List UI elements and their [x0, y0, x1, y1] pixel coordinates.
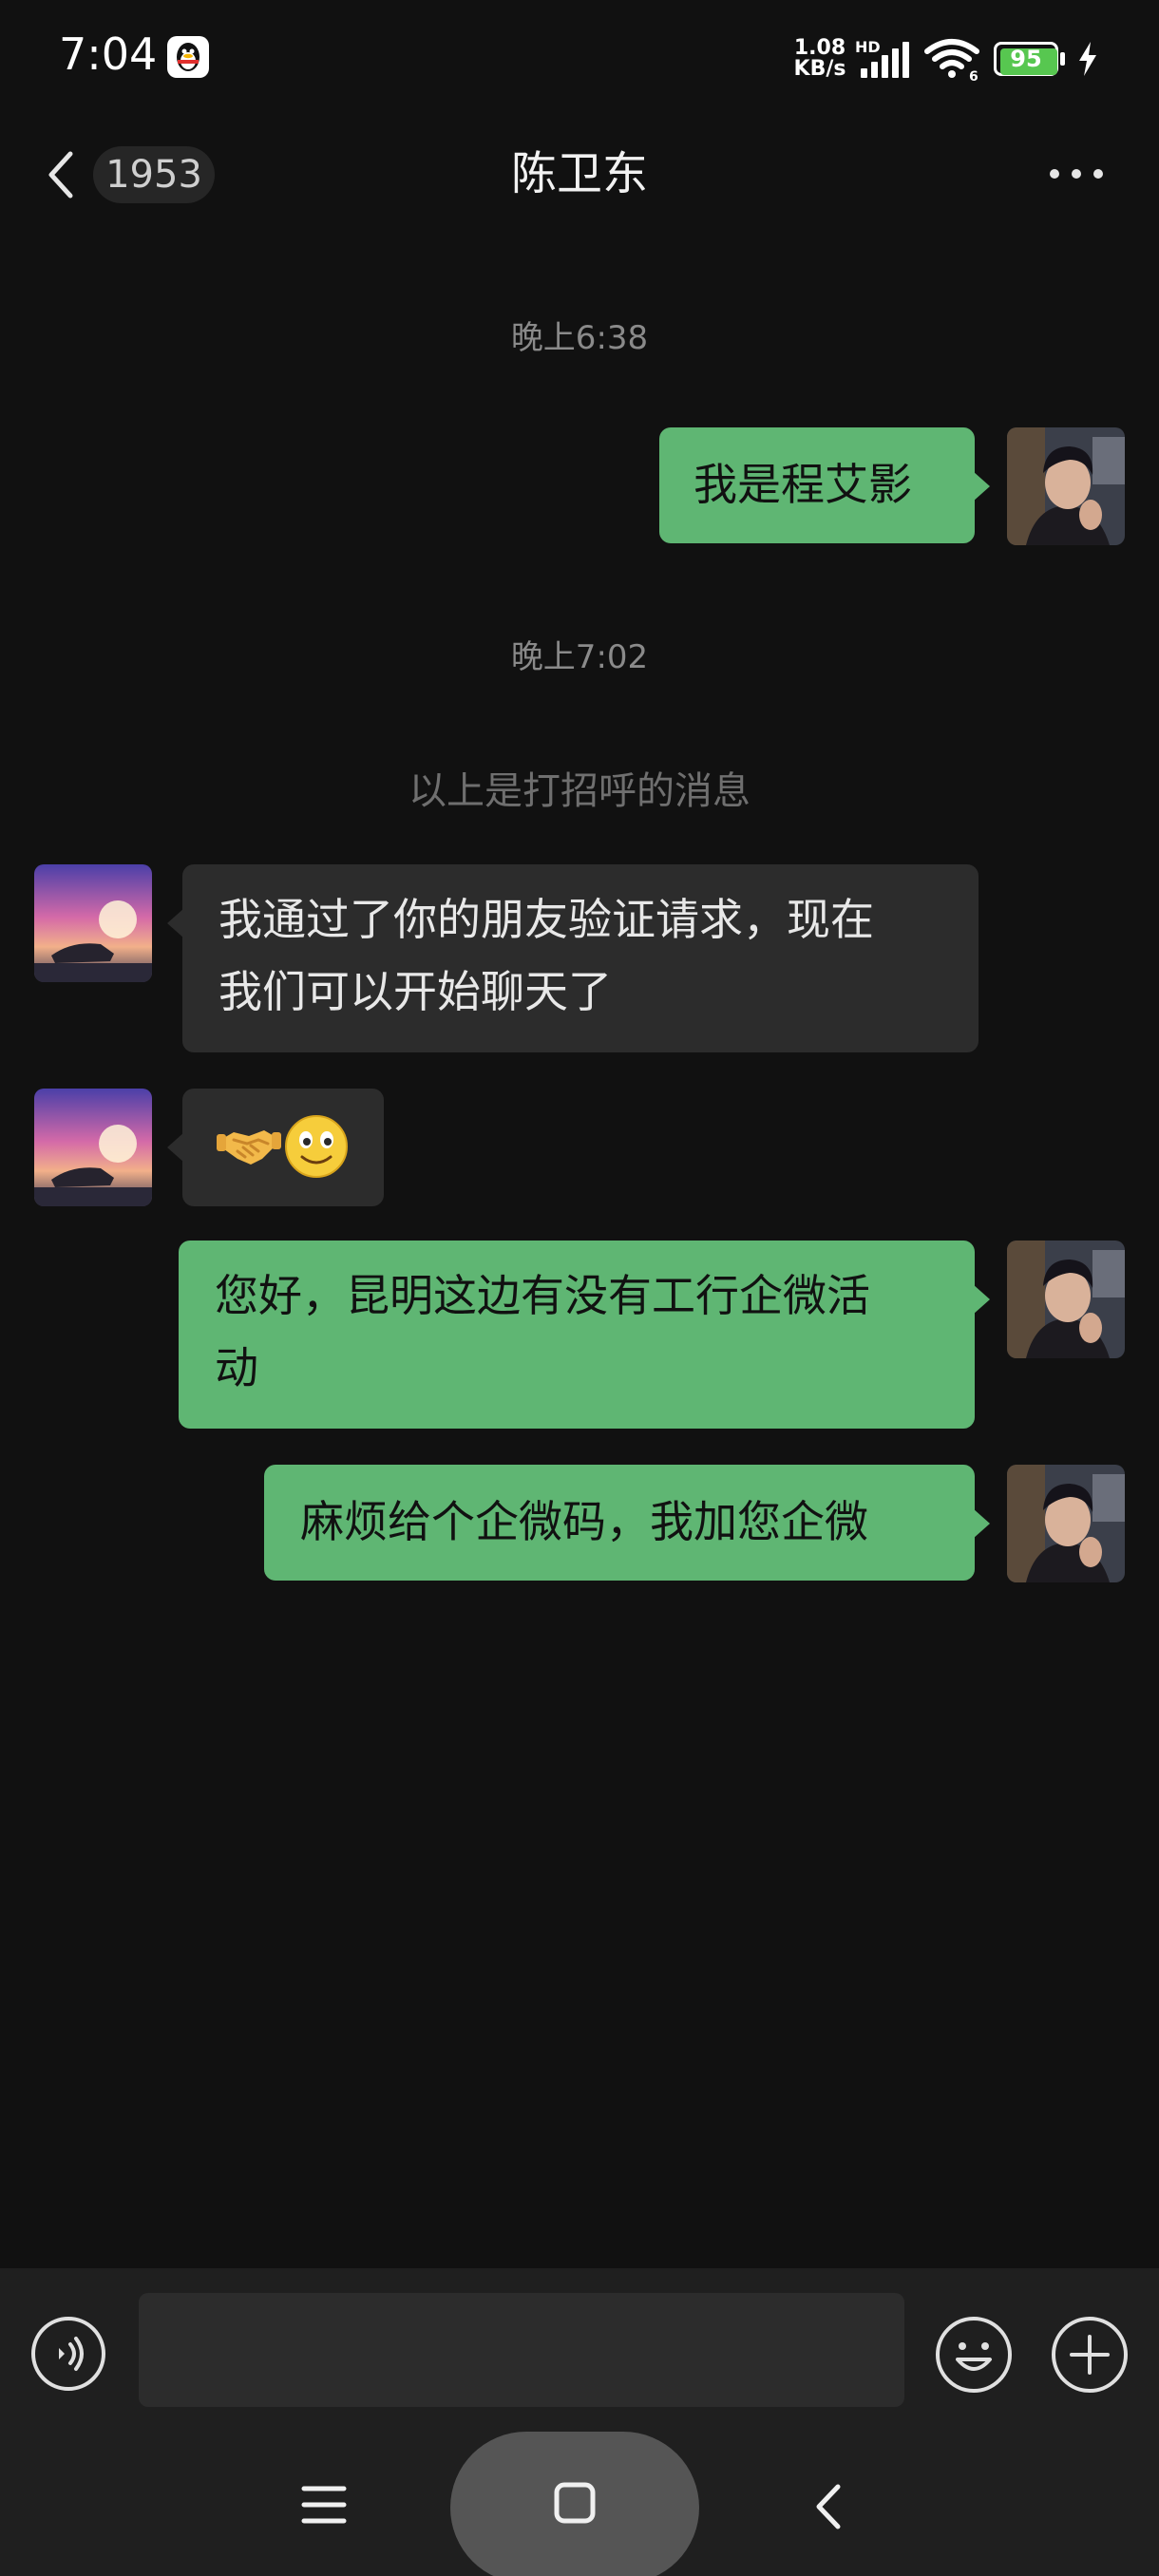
time-label: 晚上7:02	[510, 638, 649, 676]
network-speed-value: 1.08	[793, 36, 846, 60]
incoming-message-bubble[interactable]: 我通过了你的朋友验证请求，现在 我们可以开始聊天了	[167, 864, 978, 1052]
charging-icon	[1075, 40, 1100, 78]
input-bar	[0, 2268, 1159, 2430]
signal-icon	[857, 42, 914, 80]
incoming-emoji-bubble[interactable]	[167, 1089, 384, 1206]
network-speed-unit: KB/s	[793, 57, 846, 81]
chat-screen: 7:04 1.08 KB/s HD 6 95 1953 陈卫东 晚上6:38 我…	[0, 0, 1159, 2576]
system-greeting-note: 以上是打招呼的消息	[408, 769, 750, 813]
handshake-emoji	[217, 1115, 281, 1180]
battery-icon: 95	[994, 42, 1066, 76]
message-text-line: 您好，昆明这边有没有工行企微活	[215, 1270, 870, 1321]
status-time: 7:04	[59, 28, 158, 80]
contact-avatar[interactable]	[34, 1089, 152, 1206]
unread-count-badge[interactable]: 1953	[93, 146, 215, 203]
battery-level: 95	[1010, 46, 1042, 72]
qq-penguin-icon	[167, 36, 209, 78]
outgoing-message-bubble[interactable]: 麻烦给个企微码，我加您企微	[264, 1465, 990, 1581]
svg-text:6: 6	[969, 69, 978, 82]
more-dots-icon[interactable]	[1045, 160, 1108, 188]
battery-tip	[1060, 52, 1065, 66]
status-bar: 7:04 1.08 KB/s HD 6 95	[0, 0, 1159, 114]
wifi-icon: 6	[923, 38, 980, 85]
plus-icon[interactable]	[1051, 2316, 1129, 2394]
back-icon[interactable]	[809, 2481, 847, 2532]
voice-icon[interactable]	[30, 2316, 106, 2392]
outgoing-message-bubble[interactable]: 您好，昆明这边有没有工行企微活 动	[179, 1241, 990, 1429]
time-label: 晚上6:38	[510, 319, 649, 357]
my-avatar[interactable]	[1007, 1465, 1125, 1582]
contact-avatar[interactable]	[34, 864, 152, 982]
my-avatar[interactable]	[1007, 427, 1125, 545]
menu-icon[interactable]	[300, 2483, 348, 2527]
message-text-line: 动	[215, 1342, 258, 1393]
outgoing-message-bubble[interactable]: 我是程艾影	[659, 427, 990, 543]
emoji-icon[interactable]	[935, 2316, 1013, 2394]
network-speed: 1.08 KB/s	[790, 38, 849, 80]
message-text: 麻烦给个企微码，我加您企微	[300, 1496, 868, 1547]
chat-title: 陈卫东	[510, 147, 648, 200]
chevron-left-icon[interactable]	[44, 146, 82, 203]
message-text: 我是程艾影	[694, 459, 912, 510]
message-text-line: 我通过了你的朋友验证请求，现在	[218, 894, 874, 945]
home-icon[interactable]	[450, 2432, 699, 2576]
smile-emoji	[283, 1113, 350, 1180]
message-text-line: 我们可以开始聊天了	[218, 966, 612, 1017]
my-avatar[interactable]	[1007, 1241, 1125, 1358]
chat-header: 1953 陈卫东	[0, 123, 1159, 228]
system-nav-bar	[0, 2430, 1159, 2576]
message-input[interactable]	[139, 2293, 904, 2407]
